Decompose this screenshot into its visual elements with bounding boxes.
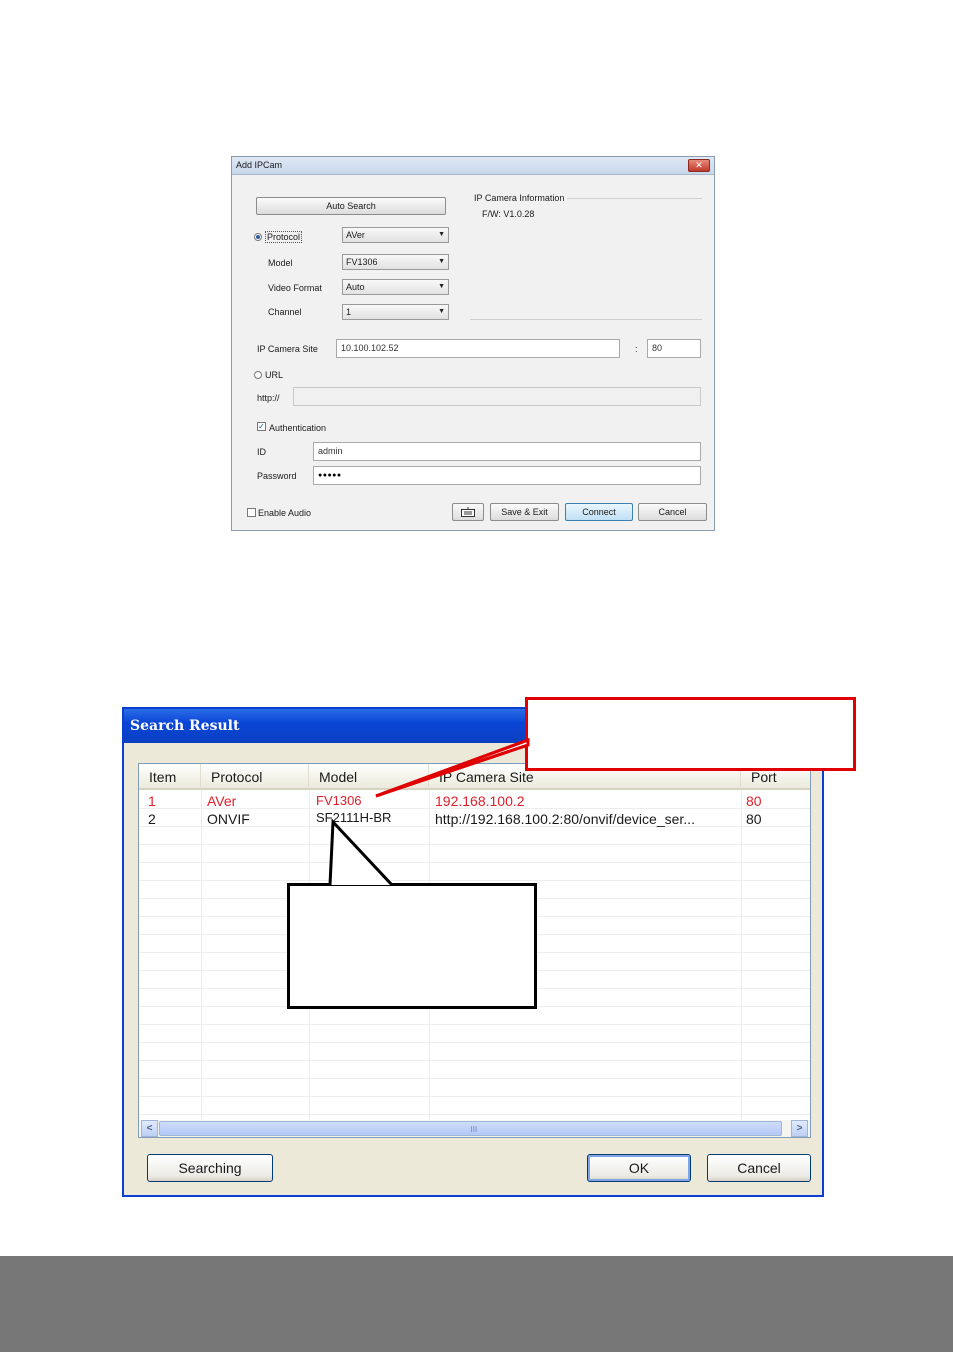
column-model[interactable]: Model: [309, 764, 429, 788]
grid-row-line: [139, 1096, 810, 1097]
grid-column-line: [201, 790, 202, 1122]
row2-port: 80: [746, 811, 762, 827]
auto-search-button[interactable]: Auto Search: [256, 197, 446, 215]
chevron-down-icon: ▼: [438, 231, 445, 238]
protocol-value: AVer: [346, 230, 365, 240]
url-radio[interactable]: [254, 371, 262, 379]
keyboard-icon: [461, 507, 475, 517]
close-icon[interactable]: ✕: [688, 159, 710, 172]
row1-model: FV1306: [316, 793, 362, 808]
grid-row-line: [139, 1060, 810, 1061]
search-title: Search Result: [130, 718, 240, 734]
grid-row-line: [139, 1078, 810, 1079]
password-label: Password: [257, 471, 297, 481]
keyboard-button[interactable]: [452, 503, 484, 521]
row1-ip-site: 192.168.100.2: [435, 793, 525, 809]
id-label: ID: [257, 447, 266, 457]
black-callout-box: [287, 883, 537, 1009]
protocol-label: Protocol: [265, 231, 303, 243]
grid-row-line: [139, 862, 810, 863]
row2-ip-site: http://192.168.100.2:80/onvif/device_ser…: [435, 811, 695, 827]
authentication-label: Authentication: [269, 423, 327, 433]
ok-button[interactable]: OK: [587, 1154, 691, 1182]
info-heading-rule: [567, 198, 702, 199]
scroll-grip: III: [470, 1125, 478, 1134]
footer-band: [0, 1256, 953, 1352]
chevron-left-icon[interactable]: <: [141, 1120, 158, 1137]
cancel-button[interactable]: Cancel: [707, 1154, 811, 1182]
ipcam-title: Add IPCam: [236, 160, 283, 170]
firmware-version: F/W: V1.0.28: [482, 209, 535, 219]
enable-audio-label: Enable Audio: [258, 508, 312, 518]
chevron-right-icon[interactable]: >: [791, 1120, 808, 1137]
grid-row-line: [139, 880, 810, 881]
scroll-thumb[interactable]: III: [159, 1121, 782, 1136]
ip-site-label: IP Camera Site: [257, 344, 318, 354]
camera-info-heading: IP Camera Information: [474, 193, 565, 203]
row1-protocol: AVer: [207, 793, 237, 809]
ipcam-title-bar[interactable]: Add IPCam ✕: [232, 157, 714, 175]
grid-row-line: [139, 844, 810, 845]
searching-button[interactable]: Searching: [147, 1154, 273, 1182]
url-label: URL: [265, 370, 284, 380]
video-format-value: Auto: [346, 282, 365, 292]
channel-value: 1: [346, 307, 352, 317]
info-bottom-rule: [470, 319, 702, 320]
port-input[interactable]: 80: [647, 339, 701, 358]
column-protocol[interactable]: Protocol: [201, 764, 309, 788]
chevron-down-icon: ▼: [438, 308, 445, 315]
grid-row-line: [139, 1024, 810, 1025]
horizontal-scrollbar[interactable]: < III >: [139, 1120, 810, 1137]
row2-model: SF2111H-BR: [316, 810, 392, 825]
row2-item: 2: [148, 811, 156, 827]
add-ipcam-dialog: Add IPCam ✕ Auto Search Protocol AVer ▼ …: [231, 156, 715, 531]
grid-row-line: [139, 1114, 810, 1115]
enable-audio-checkbox[interactable]: [247, 508, 256, 517]
model-label: Model: [268, 258, 293, 268]
id-input[interactable]: admin: [313, 442, 701, 461]
port-separator: :: [635, 344, 638, 354]
authentication-checkbox[interactable]: ✓: [257, 422, 266, 431]
video-format-select[interactable]: Auto ▼: [342, 279, 449, 295]
video-format-label: Video Format: [268, 283, 322, 293]
chevron-down-icon: ▼: [438, 258, 445, 265]
password-input[interactable]: ●●●●●: [313, 466, 701, 485]
row1-port: 80: [746, 793, 762, 809]
chevron-down-icon: ▼: [438, 283, 445, 290]
protocol-radio[interactable]: [254, 233, 262, 241]
protocol-select[interactable]: AVer ▼: [342, 227, 449, 243]
connect-button[interactable]: Connect: [565, 503, 633, 521]
grid-column-line: [741, 790, 742, 1122]
row1-item: 1: [148, 793, 156, 809]
save-exit-button[interactable]: Save & Exit: [490, 503, 559, 521]
red-callout-box: [525, 697, 856, 771]
grid-row-line: [139, 1042, 810, 1043]
model-value: FV1306: [346, 257, 378, 267]
channel-select[interactable]: 1 ▼: [342, 304, 449, 320]
column-item[interactable]: Item: [139, 764, 201, 788]
ip-site-input[interactable]: 10.100.102.52: [336, 339, 620, 358]
url-input[interactable]: [293, 387, 701, 406]
channel-label: Channel: [268, 307, 302, 317]
model-select[interactable]: FV1306 ▼: [342, 254, 449, 270]
http-label: http://: [257, 393, 280, 403]
row2-protocol: ONVIF: [207, 811, 250, 827]
cancel-button[interactable]: Cancel: [638, 503, 707, 521]
